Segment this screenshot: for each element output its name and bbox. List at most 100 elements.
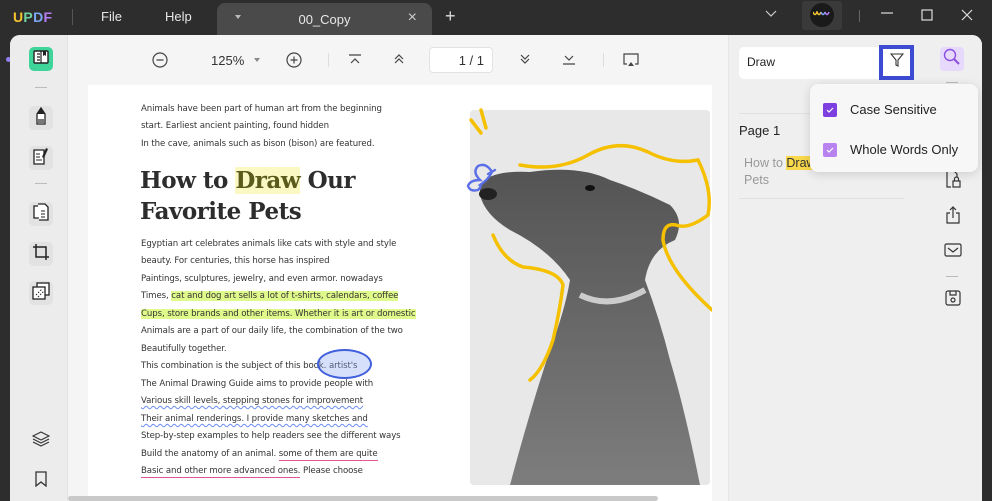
updf-logo: UPDF [13,9,53,25]
title-bar: UPDF File Help 00_Copy × + [0,0,992,35]
title-divider [72,9,73,25]
whole-words-checkbox[interactable] [823,142,837,157]
search-input[interactable] [747,55,867,69]
zoom-out-button[interactable] [152,52,168,71]
horizontal-scrollbar[interactable] [68,496,658,501]
document-tab[interactable]: 00_Copy × [217,3,432,35]
zoom-level[interactable]: 125% [211,53,244,68]
whole-words-option[interactable]: Whole Words Only [823,142,958,157]
toolbar-divider [946,82,958,83]
protect-button[interactable] [943,169,963,193]
search-box [739,45,914,80]
save-icon [945,289,961,311]
presentation-mode-button[interactable] [622,53,640,70]
book-icon [33,49,49,69]
panel-divider [739,198,904,199]
zoom-dropdown-icon[interactable] [254,58,260,62]
account-button[interactable] [802,1,842,30]
text-line: Their animal renderings. I provide many … [141,414,368,424]
highlight-annotation[interactable]: cat and dog art sells a lot of t-shirts,… [171,291,398,301]
menu-help[interactable]: Help [165,9,192,24]
left-toolbar [10,35,68,501]
next-page-button[interactable] [518,53,532,68]
bookmarks-button[interactable] [29,469,53,493]
toolbar-divider [35,183,47,184]
first-page-button[interactable] [348,54,362,69]
organize-pages-button[interactable] [29,202,53,226]
case-sensitive-option[interactable]: Case Sensitive [823,102,937,117]
toolbar-divider [603,53,604,67]
underline-annotation[interactable]: some of them are quite [278,449,378,461]
text-line: Animals have been part of human art from… [141,104,382,114]
text-line: Animals are a part of our daily life, th… [141,326,403,336]
share-button[interactable] [943,205,963,229]
search-button[interactable] [940,47,964,71]
text-line: Times, cat and dog art sells a lot of t-… [141,291,399,301]
edit-pdf-button[interactable] [29,146,53,170]
toolbar-divider [946,276,958,277]
tab-title: 00_Copy [298,12,351,27]
highlight-annotation[interactable]: Cups, store brands and other items. Whet… [141,309,416,319]
tab-close-icon[interactable]: × [408,9,417,27]
last-page-button[interactable] [562,54,576,69]
maximize-button[interactable] [921,8,933,24]
search-hit-highlight: Draw [235,167,301,194]
text-line: In the cave, animals such as bison (biso… [141,139,375,149]
crop-tool-button[interactable] [29,242,53,266]
underline-annotation[interactable]: Basic and other more advanced ones. [141,466,301,478]
mail-icon [944,242,962,262]
text-line: The Animal Drawing Guide aims to provide… [141,379,374,389]
text-line: Build the anatomy of an animal. some of … [141,449,378,461]
toolbar-divider [35,87,47,88]
layers-icon [31,430,51,452]
text-line: Basic and other more advanced ones. Plea… [141,466,363,478]
text-line: Cups, store brands and other items. Whet… [141,309,416,319]
new-tab-button[interactable]: + [445,6,456,27]
filter-icon [889,53,904,72]
highlighter-icon [33,106,49,130]
document-viewer: 125% 1 / 1 Animals have been part of hum… [68,35,728,501]
text-line: Paintings, sculptures, jewelry, and even… [141,274,383,284]
search-options-dropdown: Case Sensitive Whole Words Only [810,84,978,172]
zoom-in-button[interactable] [286,52,302,71]
text-line: beauty. For centuries, this horse has in… [141,256,330,266]
page-number-input[interactable]: 1 / 1 [429,47,493,73]
text-line: start. Earliest ancient painting, found … [141,121,329,131]
squiggly-annotation[interactable]: Their animal renderings. I provide many … [141,414,368,424]
pages-icon [33,202,49,226]
toolbar-divider [328,53,329,67]
minimize-button[interactable] [880,6,894,23]
case-sensitive-checkbox[interactable] [823,102,837,117]
close-window-button[interactable] [961,8,973,24]
view-toolbar: 125% 1 / 1 [68,35,728,85]
email-button[interactable] [943,242,963,262]
window-controls-divider [859,10,860,22]
menu-file[interactable]: File [101,9,122,24]
watermark-tool-button[interactable] [29,281,53,305]
lock-document-icon [945,169,961,193]
text-line: Step-by-step examples to help readers se… [141,431,401,441]
layers-stack-icon [32,281,50,305]
search-result-item[interactable]: How to Draw Pets [744,155,816,189]
ellipse-annotation[interactable] [317,349,372,379]
text-line: Various skill levels, stepping stones fo… [141,396,363,406]
edit-document-icon [33,147,49,170]
previous-page-button[interactable] [392,53,406,68]
squiggly-annotation[interactable]: Various skill levels, stepping stones fo… [141,396,363,406]
bookmark-icon [35,470,47,492]
text-line: Beautifully together. [141,344,227,354]
search-icon [943,48,961,71]
document-heading: How to Draw Our [140,167,356,194]
ink-annotations[interactable] [448,100,712,500]
search-filter-button[interactable] [879,45,914,80]
comment-tool-button[interactable] [29,106,53,130]
text-line: Egyptian art celebrates animals like cat… [141,239,397,249]
layers-button[interactable] [29,429,53,453]
save-button[interactable] [943,289,963,311]
crop-icon [32,243,50,266]
tabs-list-chevron-icon[interactable] [765,7,777,21]
share-icon [945,205,961,229]
document-heading-line2: Favorite Pets [140,198,302,225]
reader-mode-button[interactable] [29,47,53,71]
result-page-label: Page 1 [739,123,781,138]
